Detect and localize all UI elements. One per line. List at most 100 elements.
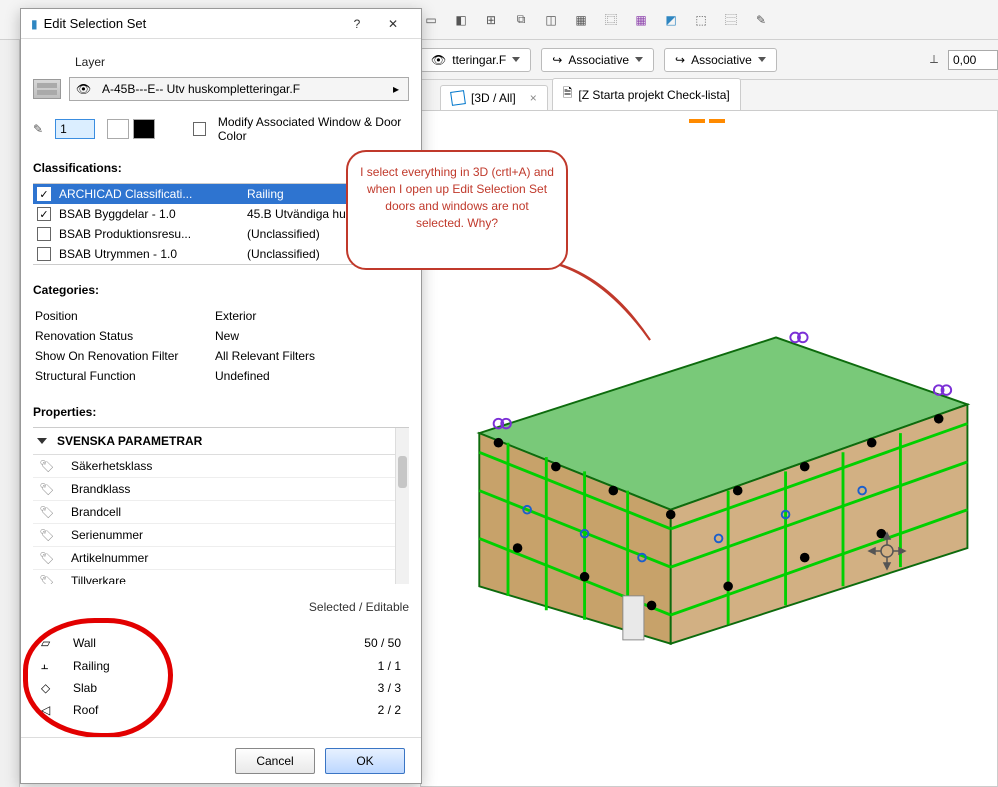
category-value[interactable]: New	[215, 329, 407, 343]
element-count: 50 / 50	[321, 636, 401, 650]
properties-group-header[interactable]: SVENSKA PARAMETRAR	[33, 428, 409, 455]
modify-color-checkbox[interactable]	[193, 122, 206, 136]
element-count: 1 / 1	[321, 659, 401, 673]
modify-color-label: Modify Associated Window & Door Color	[218, 115, 409, 143]
triangle-down-icon	[37, 438, 47, 444]
eye-icon: 👁	[431, 53, 446, 67]
selection-row[interactable]: ◁ Roof 2 / 2	[35, 699, 407, 721]
eye-icon: 👁	[76, 82, 94, 96]
layer-stack-icon[interactable]	[33, 79, 61, 99]
layer-dropdown-partial[interactable]: 👁 tteringar.F	[420, 48, 531, 72]
tool-icon[interactable]: ▦	[570, 9, 592, 31]
selection-row[interactable]: ▱Wall50 / 50	[35, 632, 407, 654]
help-button[interactable]: ?	[339, 11, 375, 37]
selected-editable-label: Selected / Editable	[33, 600, 409, 614]
element-type-icon: ⫠	[41, 658, 61, 673]
dialog-footer: Cancel OK	[21, 737, 421, 783]
tab-label: [Z Starta projekt Check-lista]	[578, 88, 729, 102]
tool-icon[interactable]: ✎	[750, 9, 772, 31]
property-row[interactable]: 🏷Serienummer	[33, 524, 409, 547]
property-row[interactable]: 🏷 Brandklass	[33, 478, 409, 501]
tool-icon[interactable]: ▦	[630, 9, 652, 31]
classification-system: BSAB Produktionsresu...	[59, 227, 239, 241]
tool-icon[interactable]: ⊞	[480, 9, 502, 31]
tag-icon: 🏷	[39, 551, 61, 565]
selection-row[interactable]: ⫠ Railing 1 / 1	[35, 654, 407, 677]
close-icon[interactable]: ×	[530, 91, 537, 105]
scrollbar-thumb[interactable]	[398, 456, 407, 488]
tool-icon[interactable]: ⿳	[720, 9, 742, 31]
swatch-white[interactable]	[107, 119, 129, 139]
selection-row[interactable]: ◇Slab3 / 3	[35, 677, 407, 699]
layer-label: Layer	[75, 55, 409, 69]
pen-swatches[interactable]	[107, 119, 155, 139]
layer-text: tteringar.F	[452, 53, 506, 67]
view-tabs: [3D / All] × 🗎 [Z Starta projekt Check-l…	[420, 80, 998, 110]
tool-icon[interactable]: ◫	[540, 9, 562, 31]
associative-dropdown-1[interactable]: ↪ Associative	[541, 48, 654, 72]
classification-checkbox[interactable]	[37, 207, 51, 221]
assoc-icon: ↪	[675, 53, 685, 67]
scrollbar[interactable]	[395, 428, 409, 584]
tool-icon[interactable]: ⬚	[690, 9, 712, 31]
pen-row: ✎ Modify Associated Window & Door Color	[33, 115, 409, 143]
tab-3d-all[interactable]: [3D / All] ×	[440, 85, 548, 110]
tool-icon[interactable]: ⧉	[510, 9, 532, 31]
tag-icon: 🏷	[39, 459, 61, 473]
classification-checkbox[interactable]	[37, 187, 51, 201]
compass-icon[interactable]	[867, 531, 907, 571]
speech-text: I select everything in 3D (crtl+A) and w…	[360, 165, 554, 230]
category-key: Position	[35, 309, 215, 323]
element-type-name: Roof	[73, 703, 309, 717]
tool-icon[interactable]: ◩	[660, 9, 682, 31]
edit-selection-set-dialog: ▮ Edit Selection Set ? ✕ Layer 👁 A-45B--…	[20, 8, 422, 784]
category-value[interactable]: Undefined	[215, 369, 407, 383]
chevron-down-icon	[512, 57, 520, 62]
app-icon: ▮	[31, 17, 38, 31]
property-row[interactable]: 🏷 Säkerhetsklass	[33, 455, 409, 478]
element-type-name: Slab	[73, 681, 309, 695]
property-name: Säkerhetsklass	[71, 459, 313, 473]
dimension-icon[interactable]: ⟂	[930, 52, 938, 67]
associative-dropdown-2[interactable]: ↪ Associative	[664, 48, 777, 72]
tool-icon[interactable]: ⿴	[600, 9, 622, 31]
cancel-button[interactable]: Cancel	[235, 748, 315, 774]
property-row[interactable]: 🏷Artikelnummer	[33, 547, 409, 570]
pen-icon[interactable]: ✎	[33, 122, 43, 136]
tool-icon[interactable]: ◧	[450, 9, 472, 31]
hor-value-input[interactable]	[948, 50, 998, 70]
tag-icon: 🏷	[39, 482, 61, 496]
property-name: Brandklass	[71, 482, 313, 496]
orange-handle[interactable]	[689, 119, 729, 123]
classification-system: BSAB Utrymmen - 1.0	[59, 247, 239, 261]
ok-button[interactable]: OK	[325, 748, 405, 774]
building-model	[441, 291, 977, 671]
categories-grid: PositionExteriorRenovation StatusNewShow…	[33, 305, 409, 387]
swatch-black[interactable]	[133, 119, 155, 139]
tab-checklist[interactable]: 🗎 [Z Starta projekt Check-lista]	[552, 78, 741, 110]
category-value[interactable]: Exterior	[215, 309, 407, 323]
property-row[interactable]: 🏷Tillverkare	[33, 570, 409, 584]
dialog-titlebar[interactable]: ▮ Edit Selection Set ? ✕	[21, 9, 421, 39]
classification-checkbox[interactable]	[37, 247, 51, 261]
dialog-body: Layer 👁 A-45B---E-- Utv huskomplettering…	[21, 39, 421, 737]
categories-label: Categories:	[33, 283, 409, 297]
properties-table: SVENSKA PARAMETRAR 🏷Säkerhetsklass🏷Brand…	[33, 427, 409, 584]
element-type-name: Railing	[73, 659, 309, 673]
dropdown-label: Associative	[691, 53, 752, 67]
pen-number-input[interactable]	[55, 119, 95, 139]
category-key: Renovation Status	[35, 329, 215, 343]
element-type-name: Wall	[73, 636, 309, 650]
tool-icon[interactable]: ▭	[420, 9, 442, 31]
element-count: 2 / 2	[321, 703, 401, 717]
property-row[interactable]: 🏷Brandcell	[33, 501, 409, 524]
category-value[interactable]: All Relevant Filters	[215, 349, 407, 363]
category-key: Show On Renovation Filter	[35, 349, 215, 363]
layer-selector[interactable]: 👁 A-45B---E-- Utv huskompletteringar.F ▸	[69, 77, 409, 101]
classification-checkbox[interactable]	[37, 227, 51, 241]
element-type-icon: ◁	[41, 703, 61, 717]
tag-icon: 🏷	[39, 505, 61, 519]
property-name: Serienummer	[71, 528, 313, 542]
close-button[interactable]: ✕	[375, 11, 411, 37]
cube-icon	[450, 90, 466, 106]
